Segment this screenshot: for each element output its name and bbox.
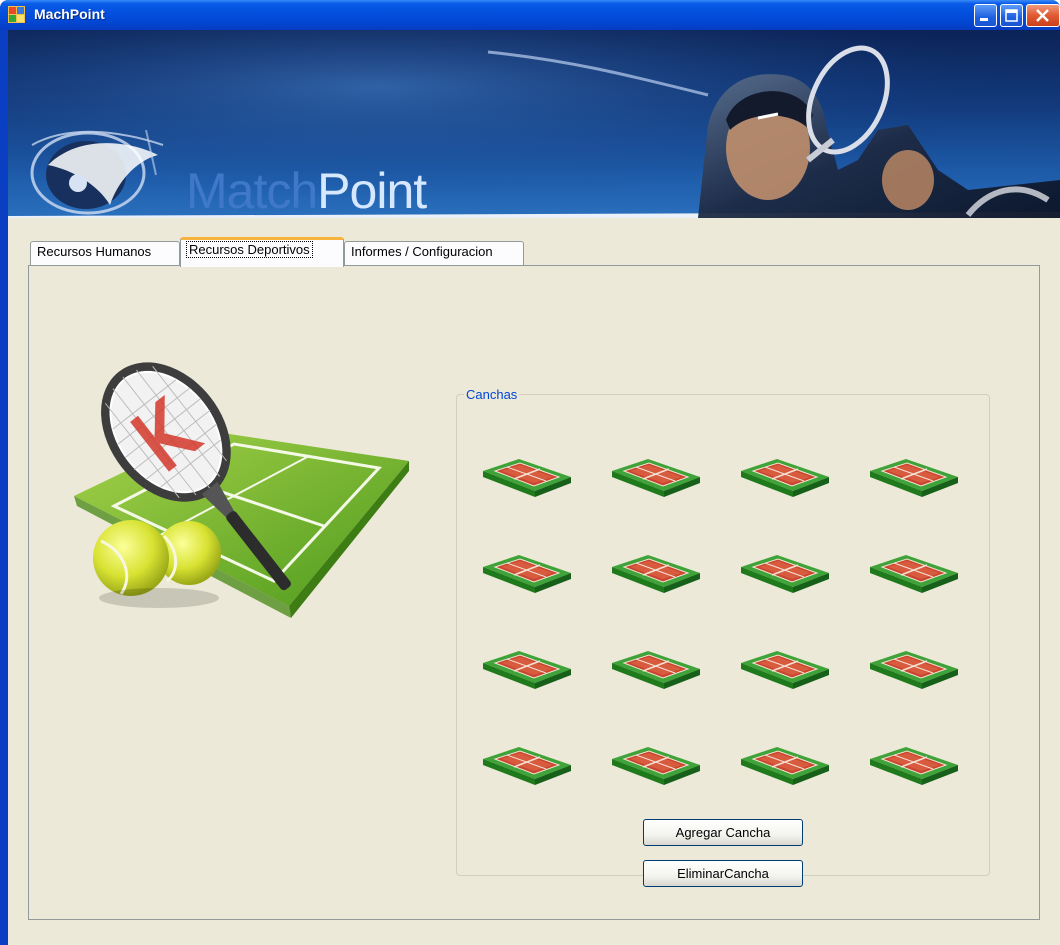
tennis-court-icon[interactable] — [739, 551, 831, 595]
app-window: MachPoint MatchPoint Recursos Humanos Re… — [0, 0, 1060, 945]
client-area: MatchPoint Recursos Humanos Recursos Dep… — [8, 30, 1060, 945]
tennis-court-icon[interactable] — [610, 551, 702, 595]
logo-text-part2: Point — [317, 163, 427, 218]
tennis-court-icon[interactable] — [868, 551, 960, 595]
maximize-icon — [1005, 9, 1018, 22]
tennis-illustration — [74, 362, 409, 618]
minimize-button[interactable] — [974, 4, 997, 27]
title-bar[interactable]: MachPoint — [0, 0, 1060, 30]
window-title: MachPoint — [34, 6, 105, 22]
courts-groupbox: Canchas Agregar Cancha EliminarCancha — [456, 387, 990, 887]
tab-recursos-deportivos[interactable]: Recursos Deportivos — [180, 237, 344, 267]
tennis-court-icon[interactable] — [481, 455, 573, 499]
tab-label: Informes / Configuracion — [351, 244, 493, 259]
tennis-court-icon[interactable] — [610, 647, 702, 691]
tennis-court-icon[interactable] — [739, 743, 831, 787]
tab-page-recursos-deportivos: Canchas Agregar Cancha EliminarCancha — [28, 265, 1040, 920]
remove-court-button[interactable]: EliminarCancha — [643, 860, 803, 887]
tab-label: Recursos Humanos — [37, 244, 152, 259]
logo-text-part1: Match — [186, 163, 318, 218]
header-banner: MatchPoint — [8, 30, 1060, 218]
tennis-court-icon[interactable] — [739, 455, 831, 499]
tennis-court-icon[interactable] — [481, 743, 573, 787]
tennis-court-icon[interactable] — [868, 647, 960, 691]
tennis-court-icon[interactable] — [481, 647, 573, 691]
close-button[interactable] — [1026, 4, 1060, 27]
tennis-court-icon[interactable] — [739, 647, 831, 691]
add-court-button[interactable]: Agregar Cancha — [643, 819, 803, 846]
tab-label: Recursos Deportivos — [186, 241, 313, 258]
maximize-button[interactable] — [1000, 4, 1023, 27]
tennis-court-icon[interactable] — [868, 743, 960, 787]
tab-recursos-humanos[interactable]: Recursos Humanos — [30, 241, 180, 265]
app-icon — [8, 6, 25, 23]
tab-informes-configuracion[interactable]: Informes / Configuracion — [344, 241, 524, 265]
tennis-court-icon[interactable] — [610, 455, 702, 499]
banner-logo: MatchPoint — [186, 163, 427, 218]
courts-group-title: Canchas — [464, 387, 520, 402]
banner-artwork — [8, 30, 1060, 218]
close-icon — [1036, 9, 1049, 22]
tennis-court-icon[interactable] — [481, 551, 573, 595]
minimize-icon — [980, 18, 988, 21]
tennis-court-icon[interactable] — [610, 743, 702, 787]
tennis-court-icon[interactable] — [868, 455, 960, 499]
